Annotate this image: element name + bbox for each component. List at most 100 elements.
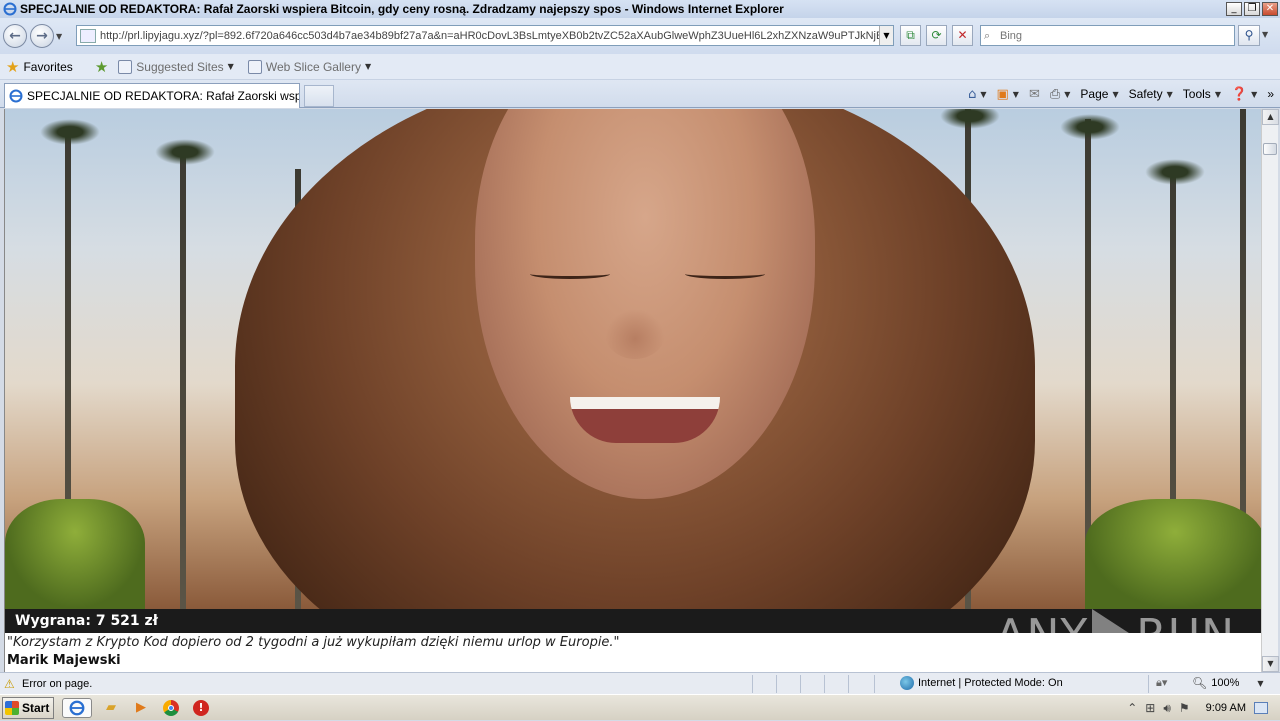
status-message[interactable]: Error on page. <box>22 678 92 690</box>
minimize-button[interactable]: _ <box>1226 2 1242 16</box>
refresh-icon[interactable]: ⟳ <box>926 25 947 46</box>
scroll-thumb[interactable] <box>1263 143 1277 155</box>
palm-frond <box>40 119 100 145</box>
nose <box>605 309 665 359</box>
url-text[interactable]: http://prl.lipyjagu.xyz/?pl=892.6f720a64… <box>100 30 879 42</box>
favorites-button[interactable]: ★ Favorites <box>6 58 73 76</box>
hedge <box>5 499 145 609</box>
help-icon: ❓ <box>1230 86 1248 102</box>
forward-button[interactable]: → <box>30 24 54 48</box>
feeds-button[interactable]: ▣ ▼ <box>997 87 1019 102</box>
windows-flag-icon <box>5 700 19 715</box>
search-button[interactable]: ⚲ <box>1238 25 1260 46</box>
status-divider <box>874 675 875 693</box>
command-bar: ⌂ ▼ ▣ ▼ ✉ ⎙ ▼ Page ▼ Safety ▼ Tools ▼ ❓ ▼ » <box>968 84 1274 104</box>
safety-menu[interactable]: Safety ▼ <box>1129 87 1173 101</box>
window-titlebar[interactable]: SPECJALNIE OD REDAKTORA: Rafał Zaorski w… <box>0 0 1280 18</box>
media-player-icon[interactable]: ▶ <box>130 698 152 718</box>
safety-menu-label: Safety <box>1128 87 1163 101</box>
vertical-scrollbar[interactable]: ▲ ▼ <box>1261 109 1279 672</box>
blocked-app-icon[interactable]: ! <box>190 698 212 718</box>
add-favorite-icon: ★ <box>94 57 109 76</box>
scroll-down-button[interactable]: ▼ <box>1262 656 1279 672</box>
status-bar: ⚠ Error on page. Internet | Protected Mo… <box>0 672 1280 694</box>
search-box[interactable]: ⌕ <box>980 25 1235 46</box>
help-button[interactable]: ❓ ▼ <box>1231 87 1257 102</box>
lock-icon[interactable]: 🔒︎▾ <box>1156 676 1167 690</box>
system-tray: ⌃ ⊞ 🔊︎ ⚑ 9:09 AM <box>1127 695 1280 721</box>
add-to-favorites-bar-button[interactable]: ★ <box>95 58 112 76</box>
search-options-icon[interactable]: ▼ <box>1262 30 1268 39</box>
rss-icon: ▣ <box>996 86 1009 102</box>
zoom-control[interactable]: 🔍︎ 100% ▼ <box>1192 676 1264 690</box>
chevron-down-icon: ▼ <box>1112 89 1119 99</box>
palm-frond <box>155 139 215 165</box>
palm-tree <box>180 149 186 609</box>
address-bar[interactable]: http://prl.lipyjagu.xyz/?pl=892.6f720a64… <box>76 25 894 46</box>
page-menu[interactable]: Page ▼ <box>1080 87 1118 101</box>
page-content: Wygrana: 7 521 zł ANY RUN "Korzystam z K… <box>4 109 1261 672</box>
back-button[interactable]: ← <box>3 24 27 48</box>
recent-pages-dropdown-icon[interactable]: ▼ <box>56 32 66 41</box>
search-icon: ⚲ <box>1244 28 1254 42</box>
window-title: SPECJALNIE OD REDAKTORA: Rafał Zaorski w… <box>20 2 784 16</box>
network-icon[interactable]: ⊞ <box>1145 701 1155 715</box>
clock-time[interactable]: 9:09 AM <box>1206 702 1246 714</box>
chrome-icon[interactable] <box>160 698 182 718</box>
favorites-label: Favorites <box>23 59 73 74</box>
security-zone[interactable]: Internet | Protected Mode: On <box>900 676 1063 690</box>
search-provider-icon: ⌕ <box>984 28 991 42</box>
more-commands-icon[interactable]: » <box>1267 87 1274 101</box>
tools-menu[interactable]: Tools ▼ <box>1183 87 1221 101</box>
globe-icon <box>900 676 914 690</box>
status-divider <box>824 675 825 693</box>
tab-row: SPECJALNIE OD REDAKTORA: Rafał Zaorski w… <box>0 80 1280 108</box>
chevron-down-icon: ▼ <box>1214 89 1221 99</box>
status-divider <box>752 675 753 693</box>
folder-icon[interactable]: ▰ <box>100 698 122 718</box>
tab-active[interactable]: SPECJALNIE OD REDAKTORA: Rafał Zaorski w… <box>4 83 300 108</box>
ie-page-icon <box>118 59 133 74</box>
read-mail-button[interactable]: ✉ <box>1029 87 1040 102</box>
smile <box>570 397 720 443</box>
volume-icon[interactable]: 🔊︎ <box>1163 701 1171 716</box>
suggested-sites-button[interactable]: Suggested Sites ▼ <box>118 59 234 74</box>
hero-photo <box>5 109 1261 609</box>
stop-icon[interactable]: ✕ <box>952 25 973 46</box>
warning-icon[interactable]: ⚠ <box>4 677 18 691</box>
print-button[interactable]: ⎙ ▼ <box>1050 87 1071 102</box>
restore-button[interactable]: ❐ <box>1244 2 1260 16</box>
close-window-button[interactable]: ✕ <box>1262 2 1278 16</box>
new-tab-button[interactable] <box>304 85 334 107</box>
printer-icon: ⎙ <box>1049 86 1061 102</box>
web-slice-gallery-button[interactable]: Web Slice Gallery ▼ <box>247 59 371 74</box>
show-desktop-icon[interactable] <box>1254 702 1268 714</box>
page-menu-label: Page <box>1080 87 1109 101</box>
address-dropdown-button[interactable]: ▼ <box>879 26 893 45</box>
chevron-down-icon: ▼ <box>227 62 234 71</box>
palm-frond <box>940 109 1000 129</box>
chevron-down-icon: ▼ <box>980 89 987 99</box>
chevron-down-icon: ▼ <box>1166 89 1173 99</box>
chevron-down-icon: ▼ <box>1257 678 1264 688</box>
chevron-down-icon: ▼ <box>1251 89 1258 99</box>
zoom-level: 100% <box>1211 677 1240 689</box>
magnifier-icon: 🔍︎ <box>1192 676 1208 690</box>
scroll-up-button[interactable]: ▲ <box>1262 109 1279 125</box>
home-button[interactable]: ⌂ ▼ <box>968 87 986 102</box>
forward-arrow-icon: → <box>36 28 48 44</box>
back-arrow-icon: ← <box>9 28 21 44</box>
taskbar-ie-button[interactable] <box>62 697 92 718</box>
compatibility-view-icon[interactable]: ⧉ <box>900 25 921 46</box>
status-divider <box>848 675 849 693</box>
mail-icon: ✉ <box>1028 86 1040 102</box>
search-input[interactable] <box>1000 29 1234 42</box>
star-icon: ★ <box>6 57 20 76</box>
testimonial-author: Marik Majewski <box>7 653 121 668</box>
favorites-bar: ★ Favorites ★ Suggested Sites ▼ Web Slic… <box>0 54 1280 80</box>
action-center-flag-icon[interactable]: ⚑ <box>1179 701 1190 715</box>
start-button[interactable]: Start <box>2 696 54 719</box>
play-icon <box>1092 609 1133 661</box>
tray-expand-icon[interactable]: ⌃ <box>1127 701 1137 715</box>
suggested-sites-label: Suggested Sites <box>136 59 224 74</box>
